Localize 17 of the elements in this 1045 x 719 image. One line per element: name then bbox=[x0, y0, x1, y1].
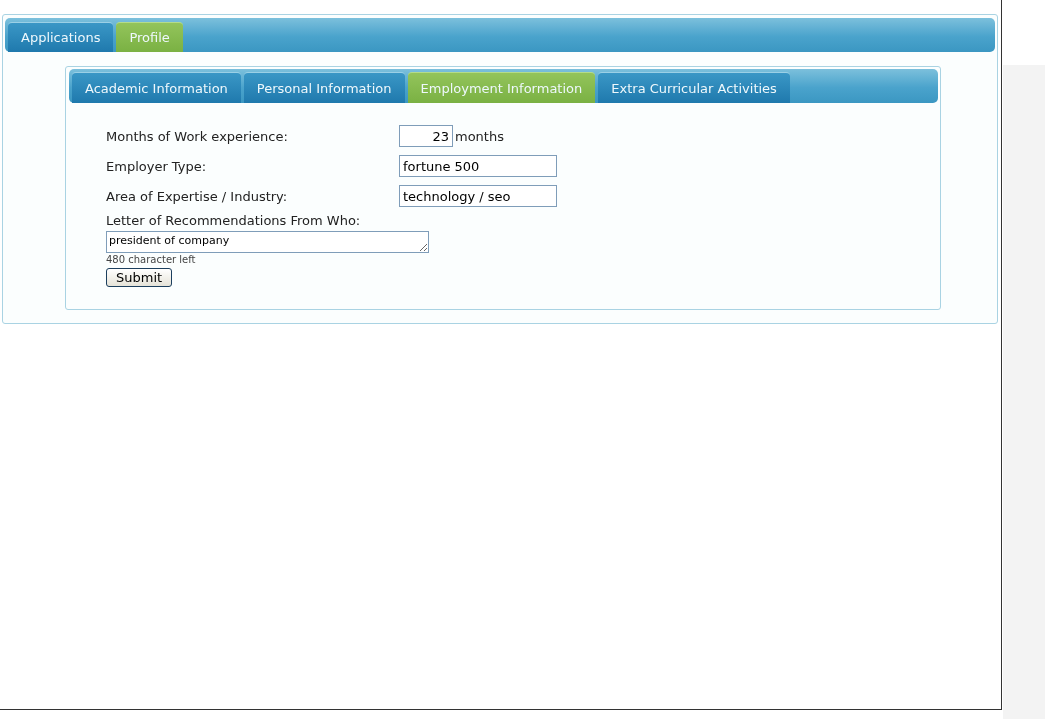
text-input[interactable]: fortune 500 bbox=[399, 155, 557, 177]
field-label: Employer Type: bbox=[106, 158, 208, 174]
months-input[interactable]: 23 bbox=[399, 125, 453, 147]
unit-label: months bbox=[455, 128, 504, 144]
section-tab[interactable]: Employment Information bbox=[407, 72, 596, 103]
field-label: Letter of Recommendations From Who: bbox=[106, 213, 362, 228]
text-input[interactable]: technology / seo bbox=[399, 185, 557, 207]
character-count: 480 character left bbox=[106, 254, 197, 265]
recommendation-textarea[interactable]: president of company bbox=[106, 231, 429, 253]
section-tab[interactable]: Academic Information bbox=[72, 72, 241, 103]
field-label: Area of Expertise / Industry: bbox=[106, 188, 289, 204]
field-label: Months of Work experience: bbox=[106, 128, 289, 144]
main-tab[interactable]: Profile bbox=[116, 22, 183, 52]
submit-button[interactable]: Submit bbox=[106, 268, 173, 287]
main-tab[interactable]: Applications bbox=[8, 22, 114, 52]
section-tab[interactable]: Personal Information bbox=[243, 72, 405, 103]
section-tab[interactable]: Extra Curricular Activities bbox=[598, 72, 790, 103]
